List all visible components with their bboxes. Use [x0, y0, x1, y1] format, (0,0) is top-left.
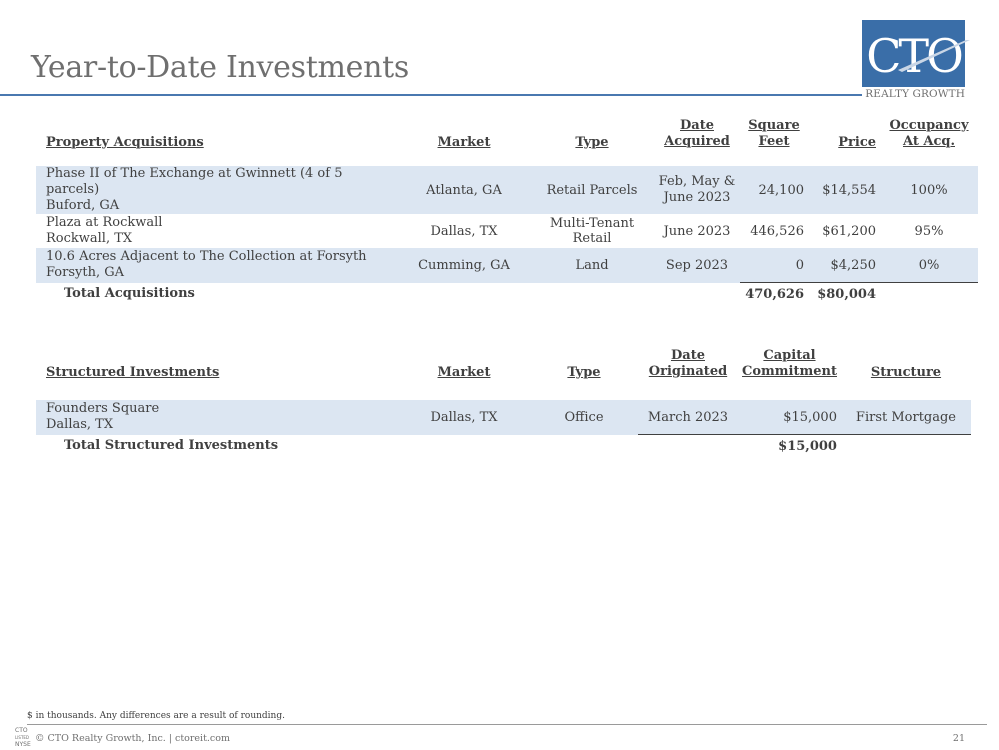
total-sqft: 470,626: [745, 286, 804, 302]
table-row: Founders Square Dallas, TX Dallas, TX Of…: [36, 400, 971, 435]
property-location: Buford, GA: [46, 198, 120, 213]
market-cell: Dallas, TX: [430, 223, 498, 239]
structure-cell: First Mortgage: [840, 400, 971, 435]
logo-subtitle: REALTY GROWTH: [865, 88, 965, 100]
header-date-line2: Acquired: [664, 134, 730, 149]
header-cap-line1: Capital: [763, 348, 816, 363]
total-row: Total Structured Investments $15,000: [36, 435, 971, 458]
col-header-structure: Structure: [870, 365, 942, 380]
header-occ-line1: Occupancy: [889, 118, 969, 133]
property-cell: Plaza at Rockwall Rockwall, TX: [36, 214, 398, 248]
total-price: $80,004: [817, 286, 876, 302]
total-label: Total Structured Investments: [64, 438, 279, 454]
col-header-type: Type: [567, 365, 601, 380]
structured-investments-table: Structured Investments Market Type Date …: [36, 342, 971, 457]
type-cell: Office: [530, 400, 638, 435]
occupancy-cell: 95%: [914, 223, 944, 239]
table-row: Plaza at Rockwall Rockwall, TX Dallas, T…: [36, 214, 978, 248]
market-cell: Atlanta, GA: [398, 166, 530, 214]
col-header-market: Market: [437, 365, 491, 380]
type-cell: Retail Parcels: [530, 166, 654, 214]
footer-logo-bottom: NYSE: [15, 741, 31, 748]
col-header-capital-commitment: Capital Commitment: [738, 342, 841, 384]
sqft-cell: 446,526: [750, 223, 804, 239]
title-divider: [0, 94, 862, 96]
commitment-cell: $15,000: [738, 400, 841, 435]
total-row: Total Acquisitions 470,626 $80,004: [36, 283, 978, 306]
property-cell: 10.6 Acres Adjacent to The Collection at…: [36, 248, 398, 283]
investment-cell: Founders Square Dallas, TX: [36, 400, 398, 435]
market-cell: Dallas, TX: [398, 400, 530, 435]
page-title: Year-to-Date Investments: [31, 50, 409, 85]
property-location: Rockwall, TX: [46, 231, 133, 246]
date-cell: June 2023: [663, 223, 731, 239]
header-date-line1: Date: [671, 348, 705, 363]
header-cap-line2: Commitment: [742, 364, 837, 379]
occupancy-cell: 0%: [880, 248, 978, 283]
total-label: Total Acquisitions: [64, 286, 195, 302]
investment-location: Dallas, TX: [46, 417, 114, 433]
col-header-square-feet: Square Feet: [740, 108, 808, 158]
property-location: Forsyth, GA: [46, 265, 124, 281]
footer-divider: [27, 724, 987, 725]
col-header-price: Price: [838, 135, 876, 150]
copyright: © CTO Realty Growth, Inc. | ctoreit.com: [35, 733, 230, 744]
table-row: Phase II of The Exchange at Gwinnett (4 …: [36, 166, 978, 214]
sqft-cell: 0: [740, 248, 808, 283]
price-cell: $61,200: [822, 223, 876, 239]
date-cell: Feb, May & June 2023: [654, 166, 740, 214]
col-header-occupancy: Occupancy At Acq.: [880, 108, 978, 158]
date-line1: Feb, May &: [658, 174, 736, 189]
header-sqft-line2: Feet: [758, 134, 790, 149]
date-line2: June 2023: [663, 190, 731, 205]
type-cell: Multi-Tenant Retail: [549, 216, 635, 246]
col-header-structured: Structured Investments: [46, 365, 220, 380]
col-header-property: Property Acquisitions: [46, 135, 204, 150]
header-date-line2: Originated: [648, 364, 728, 379]
page-number: 21: [952, 733, 965, 744]
price-cell: $4,250: [808, 248, 880, 283]
footer-logo-mid: LISTED: [15, 735, 29, 740]
col-header-date-originated: Date Originated: [638, 342, 738, 384]
date-cell: March 2023: [638, 400, 738, 435]
col-header-type: Type: [575, 135, 609, 150]
occupancy-cell: 100%: [880, 166, 978, 214]
col-header-market: Market: [437, 135, 491, 150]
footer-logo: CTO LISTED NYSE: [15, 727, 35, 748]
market-cell: Cumming, GA: [398, 248, 530, 283]
property-name: Plaza at Rockwall: [46, 215, 163, 230]
col-header-date-acquired: Date Acquired: [654, 108, 740, 158]
type-cell: Land: [530, 248, 654, 283]
header-sqft-line1: Square: [748, 118, 800, 133]
date-cell: Sep 2023: [654, 248, 740, 283]
investment-name: Founders Square: [46, 401, 160, 417]
property-cell: Phase II of The Exchange at Gwinnett (4 …: [36, 166, 398, 214]
price-cell: $14,554: [808, 166, 880, 214]
property-name: 10.6 Acres Adjacent to The Collection at…: [46, 249, 367, 265]
table-row: 10.6 Acres Adjacent to The Collection at…: [36, 248, 978, 283]
property-name: Phase II of The Exchange at Gwinnett (4 …: [46, 166, 343, 197]
header-date-line1: Date: [680, 118, 714, 133]
sqft-cell: 24,100: [740, 166, 808, 214]
total-commitment: $15,000: [778, 438, 837, 454]
header-occ-line2: At Acq.: [902, 134, 955, 149]
acquisitions-table: Property Acquisitions Market Type Date A…: [36, 108, 978, 305]
footer-logo-top: CTO: [15, 727, 28, 734]
logo-swoosh-icon: [898, 40, 970, 72]
footnote: $ in thousands. Any differences are a re…: [27, 711, 285, 721]
